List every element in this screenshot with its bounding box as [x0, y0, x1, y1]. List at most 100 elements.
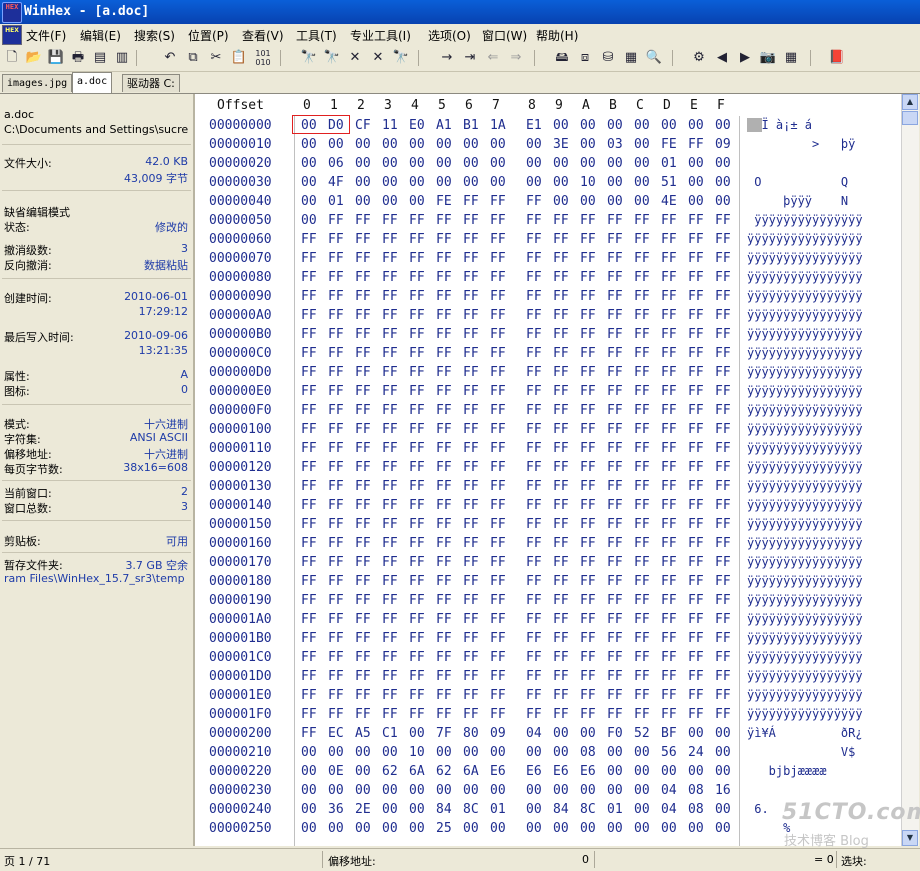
ascii-text[interactable]: ÿÿÿÿÿÿÿÿÿÿÿÿÿÿÿÿ	[747, 536, 863, 550]
hex-byte[interactable]: FF	[463, 650, 479, 665]
hex-byte[interactable]: 06	[328, 156, 344, 171]
hex-byte[interactable]: 00	[355, 156, 371, 171]
hex-byte[interactable]: FF	[436, 498, 452, 513]
hex-byte[interactable]: FF	[634, 403, 650, 418]
hex-byte[interactable]: FF	[688, 574, 704, 589]
hex-byte[interactable]: FF	[688, 650, 704, 665]
properties-icon[interactable]: ▤	[91, 49, 109, 67]
menu-view[interactable]: 查看(V)	[242, 27, 284, 44]
hex-byte[interactable]: FF	[355, 612, 371, 627]
hex-byte[interactable]: FF	[688, 270, 704, 285]
hex-byte[interactable]: E6	[526, 764, 542, 779]
hex-byte[interactable]: FF	[580, 650, 596, 665]
hex-byte[interactable]: 00	[580, 118, 596, 133]
hex-byte[interactable]: FF	[382, 707, 398, 722]
hex-byte[interactable]: 00	[688, 156, 704, 171]
hex-byte[interactable]: FF	[436, 612, 452, 627]
hex-byte[interactable]: 10	[580, 175, 596, 190]
hex-byte[interactable]: FF	[607, 365, 623, 380]
hex-byte[interactable]: FF	[688, 384, 704, 399]
hex-byte[interactable]: FF	[382, 517, 398, 532]
hex-byte[interactable]: FF	[607, 232, 623, 247]
hex-byte[interactable]: FF	[328, 213, 344, 228]
hex-byte[interactable]: FF	[382, 631, 398, 646]
hex-byte[interactable]: FF	[409, 251, 425, 266]
hex-byte[interactable]: FF	[580, 631, 596, 646]
hex-byte[interactable]: FF	[301, 270, 317, 285]
hex-byte[interactable]: FF	[715, 384, 731, 399]
hex-byte[interactable]: FF	[436, 232, 452, 247]
hex-byte[interactable]: FF	[382, 232, 398, 247]
hex-byte[interactable]: FF	[490, 631, 506, 646]
hex-byte[interactable]: FF	[526, 517, 542, 532]
ascii-text[interactable]: ÿÿÿÿÿÿÿÿÿÿÿÿÿÿÿÿ	[747, 460, 863, 474]
hex-byte[interactable]: FF	[580, 669, 596, 684]
hex-byte[interactable]: FF	[688, 232, 704, 247]
hex-byte[interactable]: 00	[526, 175, 542, 190]
hex-byte[interactable]: FF	[463, 365, 479, 380]
hex-byte[interactable]: FF	[463, 479, 479, 494]
prev-icon[interactable]: ◀	[713, 49, 731, 67]
hex-byte[interactable]: FF	[436, 669, 452, 684]
hex-byte[interactable]: FF	[634, 669, 650, 684]
hex-byte[interactable]: FF	[328, 232, 344, 247]
hex-byte[interactable]: FF	[355, 460, 371, 475]
hex-byte[interactable]: B1	[463, 118, 479, 133]
hex-byte[interactable]: FF	[463, 346, 479, 361]
hex-byte[interactable]: FF	[607, 460, 623, 475]
hex-byte[interactable]: FF	[382, 403, 398, 418]
hex-byte[interactable]: FF	[661, 365, 677, 380]
hex-byte[interactable]: FF	[715, 707, 731, 722]
goto-offset-icon[interactable]: →	[438, 49, 456, 67]
hex-byte[interactable]: 00	[634, 194, 650, 209]
hex-byte[interactable]: FF	[436, 479, 452, 494]
ascii-text[interactable]: ÿÿÿÿÿÿÿÿÿÿÿÿÿÿÿÿ	[747, 612, 863, 626]
hex-byte[interactable]: FF	[715, 289, 731, 304]
hex-byte[interactable]: FF	[301, 365, 317, 380]
hex-byte[interactable]: FF	[355, 479, 371, 494]
paste-icon[interactable]: 📋	[230, 49, 248, 67]
hex-byte[interactable]: FF	[634, 707, 650, 722]
hex-byte[interactable]: FF	[715, 327, 731, 342]
hex-byte[interactable]: 03	[607, 137, 623, 152]
ascii-text[interactable]: ÿÿÿÿÿÿÿÿÿÿÿÿÿÿÿÿ	[747, 346, 863, 360]
hex-byte[interactable]: 09	[715, 137, 731, 152]
hex-byte[interactable]: FF	[355, 270, 371, 285]
hex-byte[interactable]: FF	[688, 251, 704, 266]
hex-byte[interactable]: 7F	[436, 726, 452, 741]
hex-byte[interactable]: 00	[634, 118, 650, 133]
hex-byte[interactable]: 00	[436, 175, 452, 190]
hex-byte[interactable]: 00	[355, 175, 371, 190]
hex-byte[interactable]: FF	[490, 213, 506, 228]
hex-byte[interactable]: 00	[553, 156, 569, 171]
ascii-text[interactable]: O Q	[747, 175, 848, 189]
hex-byte[interactable]: FF	[490, 346, 506, 361]
hex-byte[interactable]: 08	[688, 783, 704, 798]
hex-byte[interactable]: FF	[661, 213, 677, 228]
hex-byte[interactable]: FF	[463, 213, 479, 228]
ascii-text[interactable]: 6.	[747, 802, 768, 816]
hex-byte[interactable]: 00	[382, 745, 398, 760]
hex-byte[interactable]: FF	[688, 308, 704, 323]
hex-byte[interactable]: 00	[355, 745, 371, 760]
hex-byte[interactable]: 00	[661, 118, 677, 133]
hex-byte[interactable]: BF	[661, 726, 677, 741]
hex-byte[interactable]: 00	[355, 821, 371, 836]
hex-byte[interactable]: 00	[634, 802, 650, 817]
hex-byte[interactable]: FF	[490, 384, 506, 399]
hash-icon[interactable]: ⚙	[690, 49, 708, 67]
ascii-text[interactable]: ÿÿÿÿÿÿÿÿÿÿÿÿÿÿÿ	[747, 213, 862, 227]
hex-byte[interactable]: FF	[607, 574, 623, 589]
hex-byte[interactable]: FF	[436, 365, 452, 380]
hex-byte[interactable]: FF	[328, 384, 344, 399]
hex-byte[interactable]: FF	[688, 555, 704, 570]
hex-byte[interactable]: 00	[607, 821, 623, 836]
hex-byte[interactable]: FF	[661, 289, 677, 304]
search-glass-icon[interactable]: 🔍	[645, 49, 663, 67]
hex-byte[interactable]: FF	[463, 498, 479, 513]
hex-byte[interactable]: FF	[688, 612, 704, 627]
hex-byte[interactable]: 0E	[328, 764, 344, 779]
hex-byte[interactable]: FF	[409, 707, 425, 722]
hex-byte[interactable]: 04	[661, 802, 677, 817]
menu-tools[interactable]: 工具(T)	[296, 27, 337, 44]
